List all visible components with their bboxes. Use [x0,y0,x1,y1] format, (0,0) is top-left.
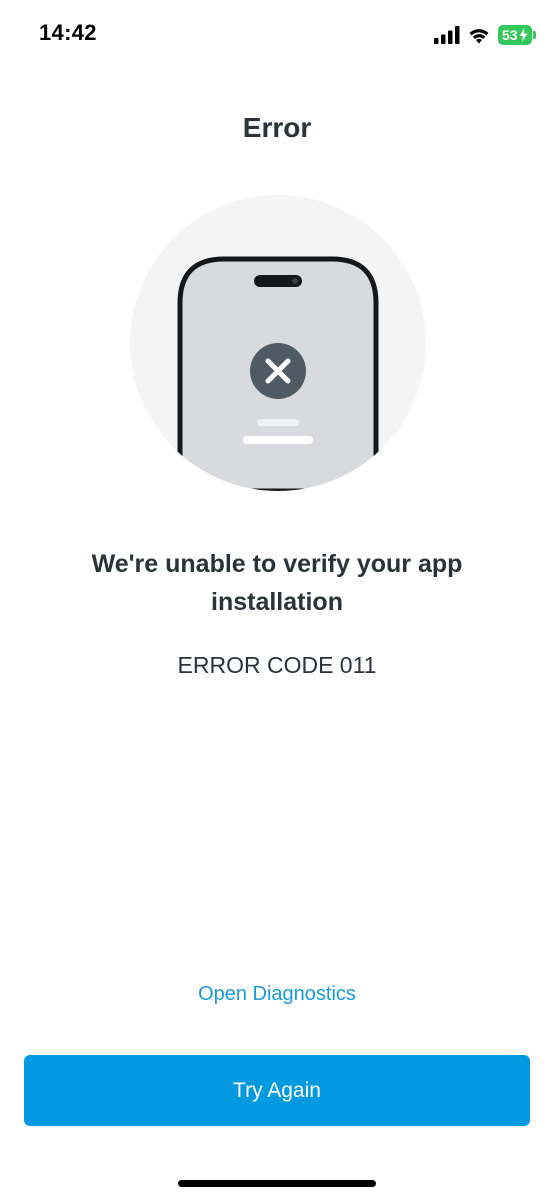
open-diagnostics-link[interactable]: Open Diagnostics [0,983,554,1006]
status-bar: 14:42 53 [0,0,554,70]
status-icons: 53 [434,22,536,48]
error-code: ERROR CODE 011 [177,652,377,678]
charging-bolt-icon [519,28,528,42]
battery-charging-icon: 53 [498,25,536,45]
error-message: We're unable to verify your app installa… [91,550,463,616]
phone-error-illustration [130,195,426,491]
battery-cap [533,31,536,39]
home-indicator [178,1180,376,1187]
battery-level: 53 [502,27,518,43]
page-title: Error [242,112,312,143]
wifi-icon [469,28,489,43]
status-time: 14:42 [39,20,97,45]
try-again-button[interactable]: Try Again [24,1055,530,1126]
cellular-signal-icon [434,26,460,44]
phone-error-icon [177,256,379,491]
